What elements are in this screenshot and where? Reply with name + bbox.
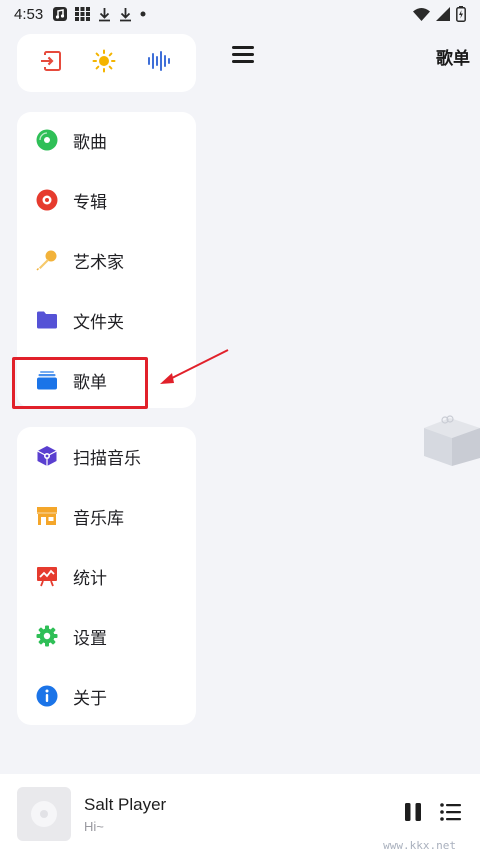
waveform-icon[interactable] [147, 50, 173, 76]
drawer-item-folders[interactable]: 文件夹 [17, 300, 196, 340]
tools-card: 扫描音乐 音乐库 统计 设置 关于 [17, 427, 196, 725]
disc-placeholder-icon [31, 801, 57, 827]
status-icons-right [413, 6, 466, 22]
microphone-icon [35, 248, 59, 272]
drawer-item-albums[interactable]: 专辑 [17, 180, 196, 220]
battery-icon [456, 6, 466, 22]
drawer-item-songs[interactable]: 歌曲 [17, 120, 196, 160]
drawer-item-label: 艺术家 [73, 252, 124, 273]
mini-player[interactable]: Salt Player Hi~ www.kkx.net [0, 774, 480, 854]
download-icon [99, 7, 111, 21]
drawer-item-settings[interactable]: 设置 [17, 616, 196, 656]
store-icon [35, 504, 59, 528]
player-controls [404, 802, 462, 826]
drawer-item-label: 扫描音乐 [73, 448, 141, 469]
grid-app-icon [75, 7, 91, 21]
drawer-item-label: 统计 [73, 568, 107, 589]
drawer-item-about[interactable]: 关于 [17, 676, 196, 716]
track-subtitle: Hi~ [84, 818, 104, 834]
drawer-item-label: 设置 [73, 628, 107, 649]
drawer-item-statistics[interactable]: 统计 [17, 556, 196, 596]
highlight-box [12, 357, 148, 409]
annotation-arrow [160, 349, 229, 384]
drawer-item-label: 音乐库 [73, 508, 124, 529]
album-cover[interactable] [17, 787, 71, 841]
main-content: 歌单 [214, 28, 480, 774]
gear-icon [35, 624, 59, 648]
dot-icon [140, 11, 146, 17]
signal-icon [436, 7, 450, 21]
music-app-icon [53, 7, 68, 21]
status-icons-left [53, 7, 146, 22]
drawer-item-scan-music[interactable]: 扫描音乐 [17, 436, 196, 476]
song-disc-icon [35, 128, 59, 152]
watermark-text: www.kkx.net [383, 839, 456, 852]
drawer-item-label: 歌曲 [73, 132, 107, 153]
status-time: 4:53 [14, 5, 44, 23]
download-icon [120, 7, 132, 21]
status-bar: 4:53 [0, 0, 480, 28]
exit-icon[interactable] [40, 50, 62, 76]
pause-icon[interactable] [404, 802, 422, 826]
track-info[interactable]: Salt Player Hi~ [84, 795, 166, 834]
scan-cube-icon [35, 444, 59, 468]
track-title: Salt Player [84, 794, 167, 814]
queue-list-icon[interactable] [440, 803, 462, 825]
empty-box-icon [412, 406, 480, 474]
info-icon [35, 684, 59, 708]
drawer-item-music-library[interactable]: 音乐库 [17, 496, 196, 536]
drawer-item-artists[interactable]: 艺术家 [17, 240, 196, 280]
drawer-item-label: 文件夹 [73, 312, 124, 333]
stats-board-icon [35, 564, 59, 588]
drawer-item-label: 专辑 [73, 192, 107, 213]
folder-icon [35, 308, 59, 332]
wifi-icon [413, 8, 430, 21]
sun-icon[interactable] [92, 49, 116, 77]
menu-icon[interactable] [232, 46, 254, 64]
page-title: 歌单 [436, 49, 470, 69]
drawer-item-label: 关于 [73, 688, 107, 709]
album-disc-icon [35, 188, 59, 212]
quick-actions-card [17, 34, 196, 92]
